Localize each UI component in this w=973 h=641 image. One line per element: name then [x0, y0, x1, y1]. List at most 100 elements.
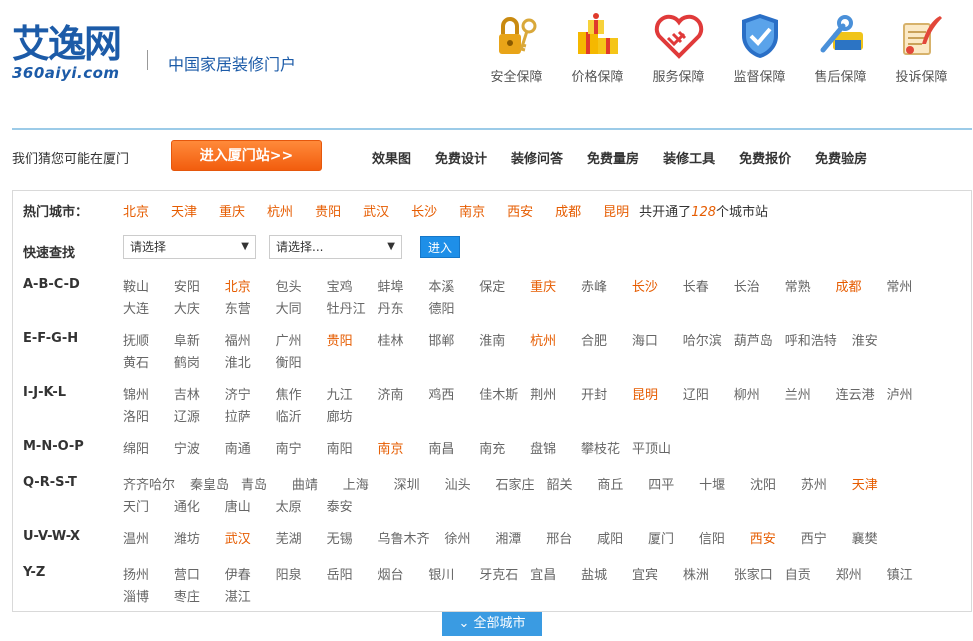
- city-link[interactable]: 十堰: [699, 475, 750, 497]
- city-link[interactable]: 鸡西: [428, 385, 479, 407]
- city-link[interactable]: 洛阳: [123, 407, 174, 429]
- city-link[interactable]: 大庆: [174, 299, 225, 321]
- city-link[interactable]: 邯郸: [428, 331, 479, 353]
- city-link[interactable]: 赤峰: [581, 277, 632, 299]
- city-link[interactable]: 南京: [377, 439, 428, 461]
- city-link[interactable]: 湛江: [225, 587, 276, 609]
- city-link[interactable]: 平顶山: [632, 439, 683, 461]
- nav-link-free-design[interactable]: 免费设计: [435, 148, 487, 167]
- city-link[interactable]: 鞍山: [123, 277, 174, 299]
- city-link[interactable]: 连云港: [836, 385, 887, 407]
- city-link[interactable]: 通化: [174, 497, 225, 519]
- city-link[interactable]: 西安: [750, 529, 801, 551]
- city-link[interactable]: 包头: [276, 277, 327, 299]
- city-link[interactable]: 淮北: [225, 353, 276, 375]
- city-link[interactable]: 成都: [835, 277, 886, 299]
- city-link[interactable]: 湘潭: [495, 529, 546, 551]
- guarantee-complaint[interactable]: 投诉保障: [881, 10, 962, 85]
- city-link[interactable]: 西宁: [801, 529, 852, 551]
- city-link[interactable]: 阳泉: [276, 565, 327, 587]
- city-link[interactable]: 烟台: [377, 565, 428, 587]
- city-link[interactable]: 安阳: [174, 277, 225, 299]
- city-link[interactable]: 贵阳: [327, 331, 378, 353]
- city-link[interactable]: 衡阳: [276, 353, 327, 375]
- guarantee-price[interactable]: 价格保障: [557, 10, 638, 85]
- guarantee-supervision[interactable]: 监督保障: [719, 10, 800, 85]
- city-link[interactable]: 商丘: [597, 475, 648, 497]
- city-link[interactable]: 阜新: [174, 331, 225, 353]
- city-link[interactable]: 天门: [123, 497, 174, 519]
- site-logo[interactable]: 艾逸网 360aiyi.com: [12, 24, 132, 88]
- city-link[interactable]: 营口: [174, 565, 225, 587]
- city-link[interactable]: 本溪: [428, 277, 479, 299]
- nav-link-free-inspection[interactable]: 免费验房: [815, 148, 867, 167]
- city-link[interactable]: 佳木斯: [479, 385, 530, 407]
- enter-station-button[interactable]: 进入厦门站>>: [171, 140, 322, 171]
- city-link[interactable]: 沈阳: [750, 475, 801, 497]
- nav-link-free-measure[interactable]: 免费量房: [587, 148, 639, 167]
- city-link[interactable]: 南通: [225, 439, 276, 461]
- city-link[interactable]: 秦皇岛: [190, 475, 241, 497]
- city-link[interactable]: 芜湖: [276, 529, 327, 551]
- city-link[interactable]: 东营: [225, 299, 276, 321]
- city-link[interactable]: 兰州: [785, 385, 836, 407]
- hot-city[interactable]: 杭州: [267, 201, 293, 220]
- nav-link-free-quote[interactable]: 免费报价: [739, 148, 791, 167]
- hot-city[interactable]: 天津: [171, 201, 197, 220]
- city-link[interactable]: 锦州: [123, 385, 174, 407]
- city-link[interactable]: 南昌: [428, 439, 479, 461]
- city-link[interactable]: 汕头: [445, 475, 496, 497]
- city-link[interactable]: 常熟: [785, 277, 836, 299]
- nav-link-renderings[interactable]: 效果图: [372, 148, 411, 167]
- city-link[interactable]: 郑州: [836, 565, 887, 587]
- guarantee-safety[interactable]: 安全保障: [476, 10, 557, 85]
- city-link[interactable]: 杭州: [530, 331, 581, 353]
- city-link[interactable]: 太原: [276, 497, 327, 519]
- hot-city[interactable]: 成都: [555, 201, 581, 220]
- city-link[interactable]: 襄樊: [852, 529, 903, 551]
- city-link[interactable]: 抚顺: [123, 331, 174, 353]
- city-link[interactable]: 柳州: [734, 385, 785, 407]
- city-link[interactable]: 长春: [683, 277, 734, 299]
- city-link[interactable]: 苏州: [801, 475, 852, 497]
- city-link[interactable]: 长沙: [632, 277, 683, 299]
- quick-find-go-button[interactable]: 进入: [420, 236, 460, 258]
- city-link[interactable]: 邢台: [546, 529, 597, 551]
- city-link[interactable]: 张家口: [734, 565, 785, 587]
- city-link[interactable]: 厦门: [648, 529, 699, 551]
- city-link[interactable]: 唐山: [225, 497, 276, 519]
- city-link[interactable]: 宝鸡: [327, 277, 378, 299]
- city-link[interactable]: 辽阳: [683, 385, 734, 407]
- city-link[interactable]: 盘锦: [530, 439, 581, 461]
- city-link[interactable]: 大连: [123, 299, 174, 321]
- hot-city[interactable]: 重庆: [219, 201, 245, 220]
- city-link[interactable]: 温州: [123, 529, 174, 551]
- city-link[interactable]: 宜宾: [632, 565, 683, 587]
- city-link[interactable]: 南宁: [276, 439, 327, 461]
- guarantee-aftersale[interactable]: 售后保障: [800, 10, 881, 85]
- city-link[interactable]: 临沂: [276, 407, 327, 429]
- province-select[interactable]: 请选择 ▼: [123, 235, 256, 259]
- city-link[interactable]: 鹤岗: [174, 353, 225, 375]
- city-link[interactable]: 荆州: [530, 385, 581, 407]
- hot-city[interactable]: 武汉: [363, 201, 389, 220]
- hot-city[interactable]: 南京: [459, 201, 485, 220]
- nav-link-tools[interactable]: 装修工具: [663, 148, 715, 167]
- city-link[interactable]: 乌鲁木齐: [377, 529, 444, 551]
- city-link[interactable]: 保定: [479, 277, 530, 299]
- city-link[interactable]: 开封: [581, 385, 632, 407]
- city-link[interactable]: 合肥: [581, 331, 632, 353]
- city-link[interactable]: 九江: [327, 385, 378, 407]
- city-link[interactable]: 蚌埠: [377, 277, 428, 299]
- city-link[interactable]: 韶关: [546, 475, 597, 497]
- city-link[interactable]: 淮安: [852, 331, 903, 353]
- city-link[interactable]: 南阳: [327, 439, 378, 461]
- city-link[interactable]: 长治: [734, 277, 785, 299]
- city-link[interactable]: 青岛: [241, 475, 292, 497]
- city-link[interactable]: 辽源: [174, 407, 225, 429]
- city-link[interactable]: 淄博: [123, 587, 174, 609]
- city-link[interactable]: 株洲: [683, 565, 734, 587]
- city-link[interactable]: 淮南: [479, 331, 530, 353]
- city-link[interactable]: 吉林: [174, 385, 225, 407]
- hot-city[interactable]: 西安: [507, 201, 533, 220]
